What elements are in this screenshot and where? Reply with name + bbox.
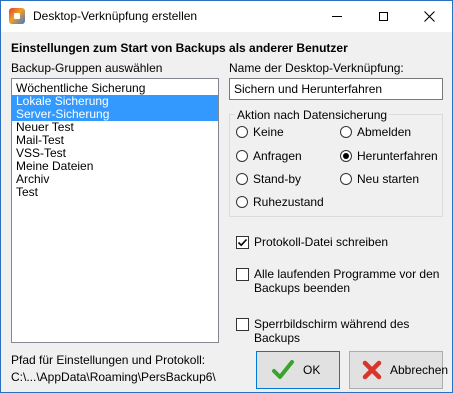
radio-hibernate[interactable]: Ruhezustand bbox=[236, 195, 324, 209]
minimize-button[interactable] bbox=[314, 1, 360, 32]
radio-button[interactable] bbox=[236, 173, 248, 185]
maximize-icon bbox=[378, 12, 388, 21]
app-icon bbox=[9, 8, 25, 24]
checkbox[interactable] bbox=[236, 318, 249, 331]
shortcut-name-label: Name der Desktop-Verknüpfung: bbox=[229, 61, 404, 75]
checkmark-icon bbox=[237, 238, 248, 247]
backup-groups-label: Backup-Gruppen auswählen bbox=[11, 61, 163, 75]
radio-label: Abmelden bbox=[357, 125, 412, 139]
radio-label: Anfragen bbox=[253, 149, 302, 163]
shortcut-name-input[interactable]: Sichern und Herunterfahren bbox=[229, 78, 443, 100]
maximize-button[interactable] bbox=[360, 1, 406, 32]
close-icon bbox=[423, 11, 435, 22]
radio-ask[interactable]: Anfragen bbox=[236, 149, 302, 163]
backup-groups-list[interactable]: Wöchentliche Sicherung Lokale Sicherung … bbox=[11, 78, 219, 343]
radio-button[interactable] bbox=[236, 126, 248, 138]
checkbox[interactable] bbox=[236, 268, 249, 281]
window-title: Desktop-Verknüpfung erstellen bbox=[33, 9, 198, 23]
ok-button[interactable]: OK bbox=[256, 351, 340, 389]
radio-standby[interactable]: Stand-by bbox=[236, 172, 301, 186]
dialog-window: Desktop-Verknüpfung erstellen Einstellun… bbox=[0, 0, 453, 393]
checkbox-label: Protokoll-Datei schreiben bbox=[254, 235, 389, 249]
radio-button-checked[interactable] bbox=[340, 150, 352, 162]
post-backup-action-legend: Aktion nach Datensicherung bbox=[235, 108, 390, 122]
checkbox-label: Alle laufenden Programme vor den Backups… bbox=[254, 267, 440, 295]
close-button[interactable] bbox=[406, 1, 452, 32]
radio-button[interactable] bbox=[340, 173, 352, 185]
protocol-checkbox[interactable]: Protokoll-Datei schreiben bbox=[236, 235, 388, 249]
cancel-button[interactable]: Abbrechen bbox=[349, 351, 448, 389]
radio-button[interactable] bbox=[236, 150, 248, 162]
checkbox-checked[interactable] bbox=[236, 236, 249, 249]
lock-screen-checkbox[interactable]: Sperrbildschirm während des Backups bbox=[236, 317, 452, 345]
title-bar[interactable]: Desktop-Verknüpfung erstellen bbox=[1, 1, 452, 32]
radio-label: Neu starten bbox=[357, 172, 420, 186]
radio-button[interactable] bbox=[236, 196, 248, 208]
radio-button[interactable] bbox=[340, 126, 352, 138]
checkmark-icon bbox=[271, 358, 295, 382]
list-item[interactable]: Test bbox=[12, 186, 218, 199]
radio-shutdown[interactable]: Herunterfahren bbox=[340, 149, 438, 163]
minimize-icon bbox=[332, 16, 342, 17]
dialog-heading: Einstellungen zum Start von Backups als … bbox=[11, 41, 348, 55]
radio-label: Ruhezustand bbox=[253, 195, 324, 209]
radio-logoff[interactable]: Abmelden bbox=[340, 125, 411, 139]
radio-label: Keine bbox=[253, 125, 284, 139]
radio-label: Stand-by bbox=[253, 172, 302, 186]
radio-label: Herunterfahren bbox=[357, 149, 438, 163]
path-label: Pfad für Einstellungen und Protokoll: bbox=[11, 353, 206, 367]
checkbox-label: Sperrbildschirm während des Backups bbox=[254, 317, 410, 345]
close-programs-checkbox[interactable]: Alle laufenden Programme vor den Backups… bbox=[236, 267, 441, 295]
cancel-button-label: Abbrechen bbox=[390, 363, 449, 377]
ok-button-label: OK bbox=[303, 363, 321, 377]
radio-restart[interactable]: Neu starten bbox=[340, 172, 419, 186]
cancel-x-icon bbox=[360, 358, 384, 382]
radio-none[interactable]: Keine bbox=[236, 125, 284, 139]
path-value: C:\...\AppData\Roaming\PersBackup6\ bbox=[11, 370, 216, 384]
list-item[interactable]: Archiv bbox=[12, 173, 218, 186]
